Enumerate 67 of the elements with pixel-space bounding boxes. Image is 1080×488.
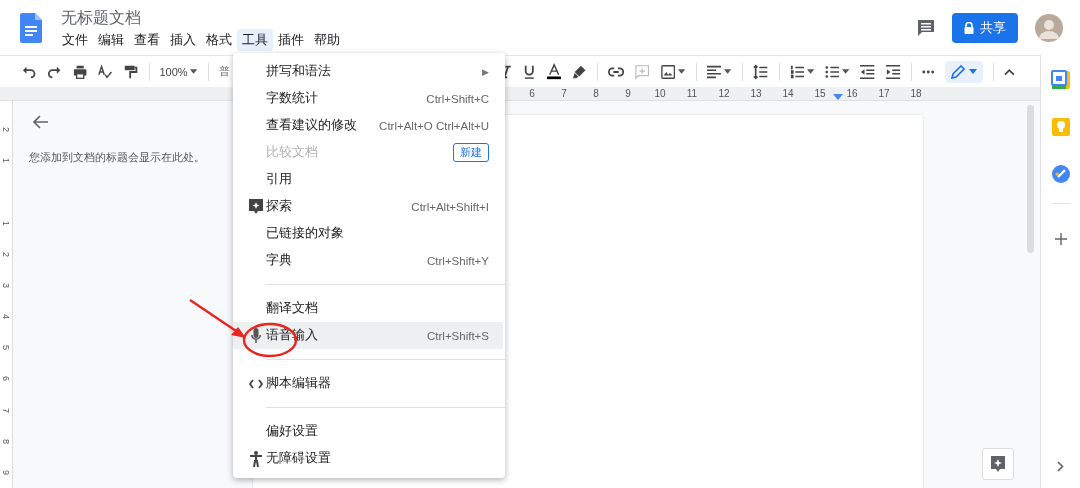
ruler-number: 7 (561, 87, 567, 100)
menu-option-label: 无障碍设置 (266, 450, 331, 467)
ruler-number: 14 (782, 87, 794, 100)
menu-option-label: 翻译文档 (266, 300, 318, 317)
shortcut-text: Ctrl+Shift+Y (427, 254, 489, 267)
menu-option-label: 脚本编辑器 (266, 375, 331, 392)
ruler-number: 17 (878, 87, 890, 100)
menu-option[interactable]: 脚本编辑器 (233, 370, 503, 397)
menu-option-label: 引用 (266, 171, 292, 188)
ruler-number: 8 (0, 437, 12, 446)
zoom-dropdown[interactable]: 100% (159, 65, 188, 78)
ruler-number: 16 (846, 87, 858, 100)
menu-item[interactable]: 插件 (273, 28, 309, 51)
menu-option-label: 拼写和语法 (266, 63, 331, 80)
ruler-number: 13 (750, 87, 762, 100)
menu-item[interactable]: 工具 (237, 28, 273, 51)
shortcut-text: Ctrl+Alt+Shift+I (411, 200, 489, 213)
document-title[interactable]: 无标题文档 (61, 6, 345, 29)
ruler-number: 9 (625, 87, 631, 100)
share-button[interactable]: 共享 (952, 12, 1018, 43)
submenu-arrow: ▶ (482, 66, 489, 77)
shortcut-text: Ctrl+Alt+O Ctrl+Alt+U (379, 119, 489, 132)
menu-option[interactable]: 引用 (233, 166, 503, 193)
ruler-number: 7 (0, 406, 12, 415)
ruler-number: 10 (654, 87, 666, 100)
ruler-number: 11 (686, 87, 698, 100)
ruler-number: 15 (814, 87, 826, 100)
menu-option[interactable]: 字典 Ctrl+Shift+Y (233, 247, 503, 274)
ruler-number: 3 (0, 281, 12, 290)
menu-option[interactable]: 偏好设置 (233, 418, 503, 445)
ruler-number: 2 (0, 250, 12, 259)
ruler-number: 2 (0, 126, 12, 135)
ruler-number: 6 (0, 375, 12, 384)
menu-item[interactable]: 插入 (165, 28, 201, 51)
ruler-number: 12 (718, 87, 730, 100)
menu-option[interactable]: 拼写和语法 ▶ (233, 58, 503, 85)
shortcut-text: Ctrl+Shift+C (426, 92, 489, 105)
ruler-number: 8 (593, 87, 599, 100)
menu-option-label: 查看建议的修改 (266, 117, 357, 134)
style-dropdown[interactable]: 普 (218, 64, 230, 79)
menu-option[interactable]: 查看建议的修改 Ctrl+Alt+O Ctrl+Alt+U (233, 112, 503, 139)
menu-option[interactable]: 已链接的对象 (233, 220, 503, 247)
menu-item[interactable]: 格式 (201, 28, 237, 51)
shortcut-text: Ctrl+Shift+S (427, 329, 489, 342)
menu-option[interactable]: 无障碍设置 (233, 445, 503, 472)
menu-option-label: 字数统计 (266, 90, 318, 107)
menu-item[interactable]: 编辑 (93, 28, 129, 51)
ruler-number: 1 (0, 219, 12, 228)
menu-option-label: 比较文档 (266, 144, 318, 161)
menu-item[interactable]: 查看 (129, 28, 165, 51)
menu-option[interactable]: 探索 Ctrl+Alt+Shift+I (233, 193, 503, 220)
ruler-number: 6 (529, 87, 535, 100)
menu-option[interactable]: 字数统计 Ctrl+Shift+C (233, 85, 503, 112)
ruler-number: 5 (0, 344, 12, 353)
menu-item[interactable]: 帮助 (309, 28, 345, 51)
ruler-number: 18 (910, 87, 922, 100)
menu-option[interactable]: 翻译文档 (233, 295, 503, 322)
ruler-number: 9 (0, 468, 12, 477)
menu-option-label: 字典 (266, 252, 292, 269)
ruler-number: 4 (0, 313, 12, 322)
menu-option-label: 探索 (266, 198, 292, 215)
outline-hint: 您添加到文档的标题会显示在此处。 (29, 150, 206, 165)
ruler-number: 1 (0, 157, 12, 166)
menu-option-label: 偏好设置 (266, 423, 318, 440)
menu-item[interactable]: 文件 (57, 28, 93, 51)
new-badge: 新建 (453, 143, 489, 162)
menu-option-label: 已链接的对象 (266, 225, 344, 242)
